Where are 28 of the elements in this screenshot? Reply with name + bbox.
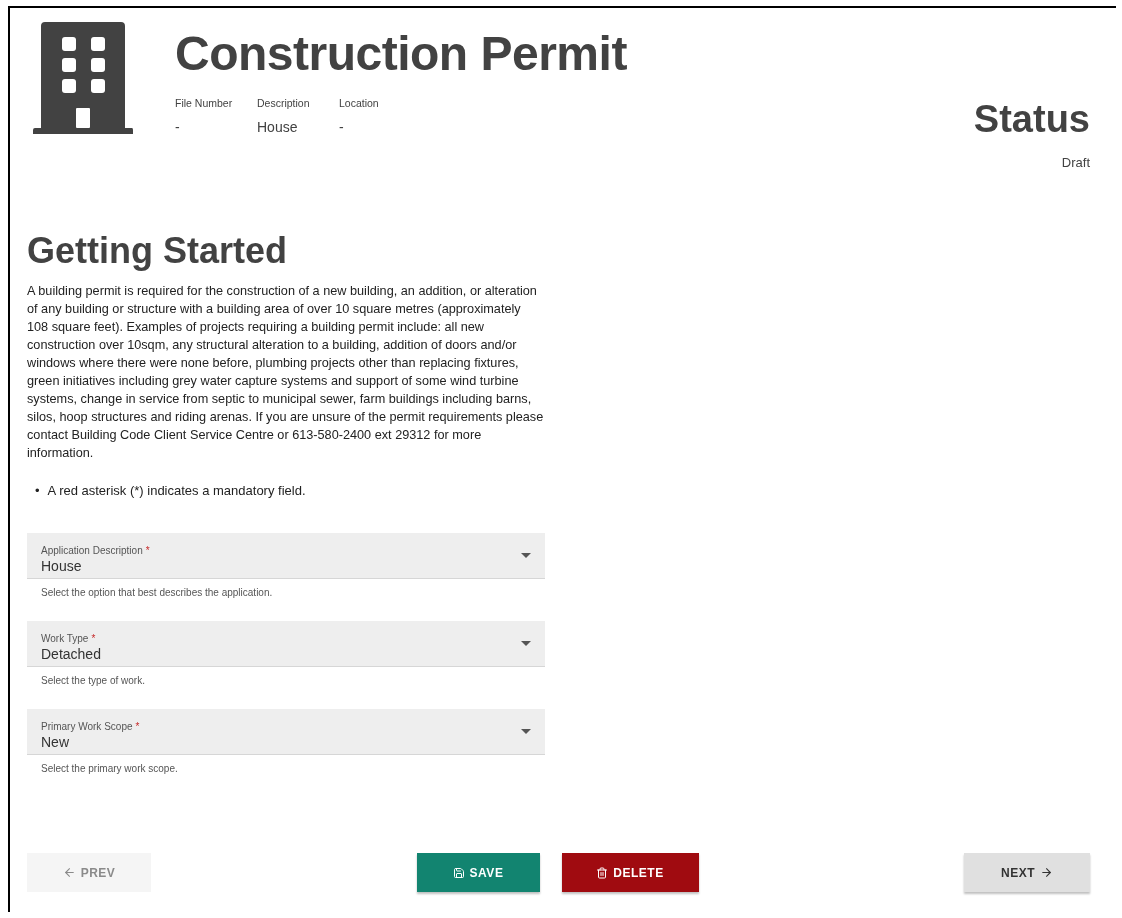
select-field[interactable]: Primary Work Scope * New (27, 709, 545, 755)
meta-value: - (175, 119, 181, 135)
meta-value: - (339, 119, 345, 135)
helper-text: Select the primary work scope. (40, 762, 179, 776)
dropdown-caret-icon (521, 640, 531, 646)
meta-value: House (257, 119, 299, 135)
page-title: Construction Permit (175, 26, 628, 81)
status-value: Draft (1061, 155, 1090, 170)
helper-text: Select the type of work. (40, 674, 146, 688)
dropdown-caret-icon (521, 552, 531, 558)
next-button[interactable]: NEXT (964, 853, 1090, 892)
section-heading: Getting Started (27, 230, 288, 272)
delete-button[interactable]: DELETE (561, 853, 699, 892)
trash-icon (596, 866, 609, 879)
meta-label: Description (257, 97, 311, 109)
arrow-right-icon (1040, 866, 1053, 879)
meta-label: Location (339, 97, 380, 109)
intro-paragraph: A building permit is required for the construction of a new building, an addition, or alteration of any building or structure with a building area of over 10 square metres (approximately 108 square feet). Examples of projects requiring a building permit include: all new construction over 10sqm, any structural alteration to a building, addition of doors and/or windows where there were none before, plumbing projects other than replacing fixtures, green initiatives including grey water capture systems and support of some wind turbine systems, change in service from septic to municipal sewer, farm buildings including barns, silos, hoop structures and riding arenas. If you are unsure of the permit requirements please contact Building Code Client Service Centre or 613-580-2400 ext 29312 for more information. (27, 283, 545, 462)
dropdown-caret-icon (521, 728, 531, 734)
select-field[interactable]: Application Description * House (27, 533, 545, 579)
save-button[interactable]: SAVE (416, 853, 540, 892)
bullet-marker: • (35, 482, 40, 499)
status-heading: Status (973, 98, 1090, 141)
select-field[interactable]: Work Type * Detached (27, 621, 545, 667)
helper-text: Select the option that best describes the application. (40, 586, 274, 600)
arrow-left-icon (62, 866, 76, 879)
bullet-text: A red asterisk (*) indicates a mandatory field. (47, 482, 306, 499)
meta-label: File Number (175, 97, 234, 109)
